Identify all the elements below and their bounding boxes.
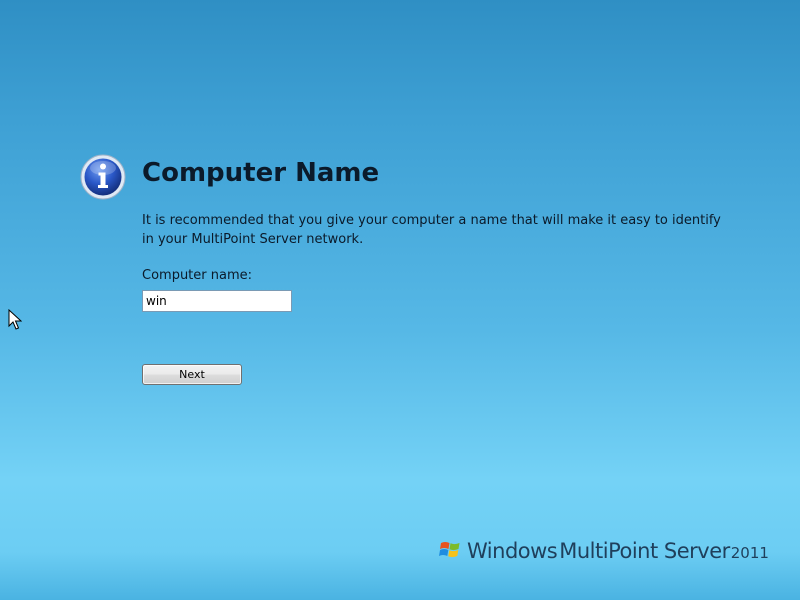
mouse-cursor-icon bbox=[8, 309, 22, 330]
brand-year: 2011 bbox=[730, 544, 769, 562]
windows-flag-icon bbox=[439, 542, 460, 558]
info-icon bbox=[80, 154, 126, 200]
brand-windows: Windows bbox=[467, 539, 558, 563]
next-button[interactable]: Next bbox=[142, 364, 242, 385]
page-title: Computer Name bbox=[142, 158, 380, 188]
page-description: It is recommended that you give your com… bbox=[142, 213, 721, 247]
computer-name-label: Computer name: bbox=[142, 268, 253, 283]
product-branding: Windows MultiPoint Server 2011 bbox=[438, 534, 769, 563]
computer-name-input[interactable] bbox=[142, 290, 292, 312]
brand-product: MultiPoint Server bbox=[559, 539, 730, 563]
